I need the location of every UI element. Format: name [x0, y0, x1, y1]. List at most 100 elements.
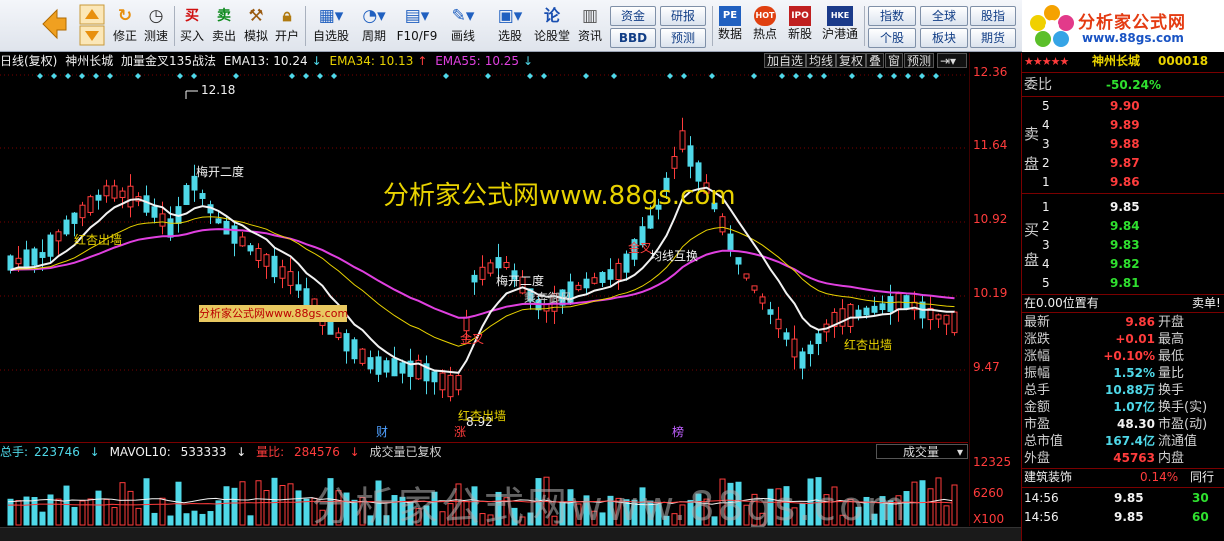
candle	[167, 218, 174, 238]
total-volume-label: 总手: 223746 ↓	[0, 445, 100, 459]
volume-indicator-select[interactable]: 成交量 ▾	[876, 444, 968, 459]
open-account-button[interactable]: 🔒︎ 开户	[273, 4, 301, 48]
candle	[487, 262, 494, 274]
hke-icon: HKE	[827, 6, 853, 26]
news-button[interactable]: ▥ 资讯	[575, 4, 605, 48]
signal-diamond-icon	[37, 73, 43, 79]
volume-bar	[15, 500, 22, 526]
add-watchlist-button[interactable]: 加自选	[764, 53, 807, 68]
candle	[159, 213, 166, 227]
candle	[583, 278, 590, 289]
bbd-button[interactable]: BBD	[610, 28, 656, 48]
volume-bar	[39, 511, 46, 526]
draw-line-button[interactable]: ✎▾ 画线	[444, 4, 482, 48]
window-button[interactable]: 窗	[885, 53, 904, 68]
period-button[interactable]: ◔▾ 周期	[356, 4, 392, 48]
f10-button[interactable]: ▤▾ F10/F9	[396, 4, 438, 48]
industry-row[interactable]: 建筑装饰 0.14% 同行	[1022, 469, 1224, 486]
hotspot-button[interactable]: HOT 热点	[750, 4, 780, 48]
volume-bar	[223, 486, 230, 526]
promo-label: 分析家公式网www.88gs.com	[199, 305, 349, 322]
candle	[223, 220, 230, 235]
sector-button[interactable]: 板块	[920, 28, 968, 48]
stock-index-button[interactable]: 股指	[970, 6, 1016, 26]
signal-diamond-icon	[485, 73, 491, 79]
candle	[503, 262, 510, 268]
signal-label: 乘奔御风	[524, 290, 572, 305]
candle	[863, 307, 870, 316]
candle	[815, 333, 822, 345]
up-down-buttons[interactable]	[78, 4, 106, 48]
candle	[351, 339, 358, 360]
price-tick: 9.47	[973, 360, 1000, 374]
candle	[495, 257, 502, 269]
back-button[interactable]	[38, 4, 68, 48]
candle	[303, 288, 310, 307]
forum-button[interactable]: 论 论股堂	[533, 4, 571, 48]
global-button[interactable]: 全球	[920, 6, 968, 26]
signal-diamond-icon	[443, 73, 449, 79]
candle	[151, 206, 158, 218]
ipo-button[interactable]: IPO 新股	[785, 4, 815, 48]
stock-picker-button[interactable]: ▣▾ 选股	[490, 4, 530, 48]
sell-button[interactable]: 卖 卖出	[210, 4, 238, 48]
candle	[799, 351, 806, 369]
speed-test-button[interactable]: ◷ 测速	[141, 4, 171, 48]
event-marker-zhang[interactable]: 涨	[454, 424, 466, 439]
candlestick-chart[interactable]: 12.18 8.92 红杏出墙 梅开二度 红杏出墙 金叉 梅开二度 乘奔御风 金…	[0, 70, 968, 440]
candle	[759, 296, 766, 304]
main-toolbar: ↻ 修正 ◷ 测速 买 买入 卖 卖出 ⚒ 模拟 🔒︎ 开户 ▦▾ 自选股 ◔▾…	[0, 0, 1224, 52]
event-marker-bang[interactable]: 榜	[672, 424, 684, 439]
arrow-left-icon	[42, 8, 67, 40]
candle	[279, 266, 286, 279]
rating-stars-icon: ★★★★★	[1024, 55, 1069, 68]
candle	[71, 212, 78, 224]
volume-bar	[943, 505, 950, 526]
event-marker-cai[interactable]: 财	[376, 425, 388, 439]
signal-label: 红杏出墙	[458, 408, 506, 423]
simulate-button[interactable]: ⚒ 模拟	[242, 4, 270, 48]
expand-toggle[interactable]: ⇥▾	[937, 53, 967, 68]
candle	[359, 348, 366, 364]
watermark-bottom: 分析家公式网www.88gs.com	[312, 484, 909, 530]
signal-diamond-icon	[779, 73, 785, 79]
volume-bar	[111, 507, 118, 526]
signal-diamond-icon	[65, 73, 71, 79]
signal-diamond-icon	[667, 73, 673, 79]
buy-button[interactable]: 买 买入	[178, 4, 206, 48]
volume-bar	[935, 477, 942, 526]
sell-level-row: 1 9.86	[1042, 175, 1140, 189]
ema55-label: EMA55:	[435, 54, 481, 68]
futures-button[interactable]: 期货	[970, 28, 1016, 48]
index-button[interactable]: 指数	[868, 6, 916, 26]
stat-row: 总手 10.88万 换手	[1024, 383, 1185, 398]
candle	[263, 254, 270, 267]
forecast-chart-button[interactable]: 预测	[904, 53, 935, 68]
volume-bar	[207, 511, 214, 526]
candle	[719, 216, 726, 233]
hk-connect-button[interactable]: HKE 沪港通	[819, 4, 861, 48]
signal-diamond-icon	[807, 73, 813, 79]
fix-button[interactable]: ↻ 修正	[110, 4, 140, 48]
fund-button[interactable]: 资金	[610, 6, 656, 26]
candle	[471, 274, 478, 283]
rights-button[interactable]: 复权	[836, 53, 867, 68]
individual-stock-button[interactable]: 个股	[868, 28, 916, 48]
stat-row: 最新 9.86 开盘	[1024, 315, 1185, 330]
screen-icon: ▣▾	[497, 6, 523, 26]
volume-bar	[951, 484, 958, 526]
volume-bar	[199, 513, 206, 526]
candle	[735, 257, 742, 265]
ma-button[interactable]: 均线	[806, 53, 837, 68]
volume-bar	[119, 482, 126, 526]
data-button[interactable]: PE 数据	[715, 4, 745, 48]
period-label: 日线(复权)	[0, 54, 58, 68]
overlay-button[interactable]: 叠	[866, 53, 885, 68]
wei-bi-row: 委比 -50.24%	[1024, 77, 1161, 93]
volume-bar	[55, 498, 62, 526]
research-button[interactable]: 研报	[660, 6, 706, 26]
candle	[271, 255, 278, 278]
watchlist-button[interactable]: ▦▾ 自选股	[310, 4, 352, 48]
stock-name-label: 神州长城	[65, 54, 114, 68]
forecast-button[interactable]: 预测	[660, 28, 706, 48]
